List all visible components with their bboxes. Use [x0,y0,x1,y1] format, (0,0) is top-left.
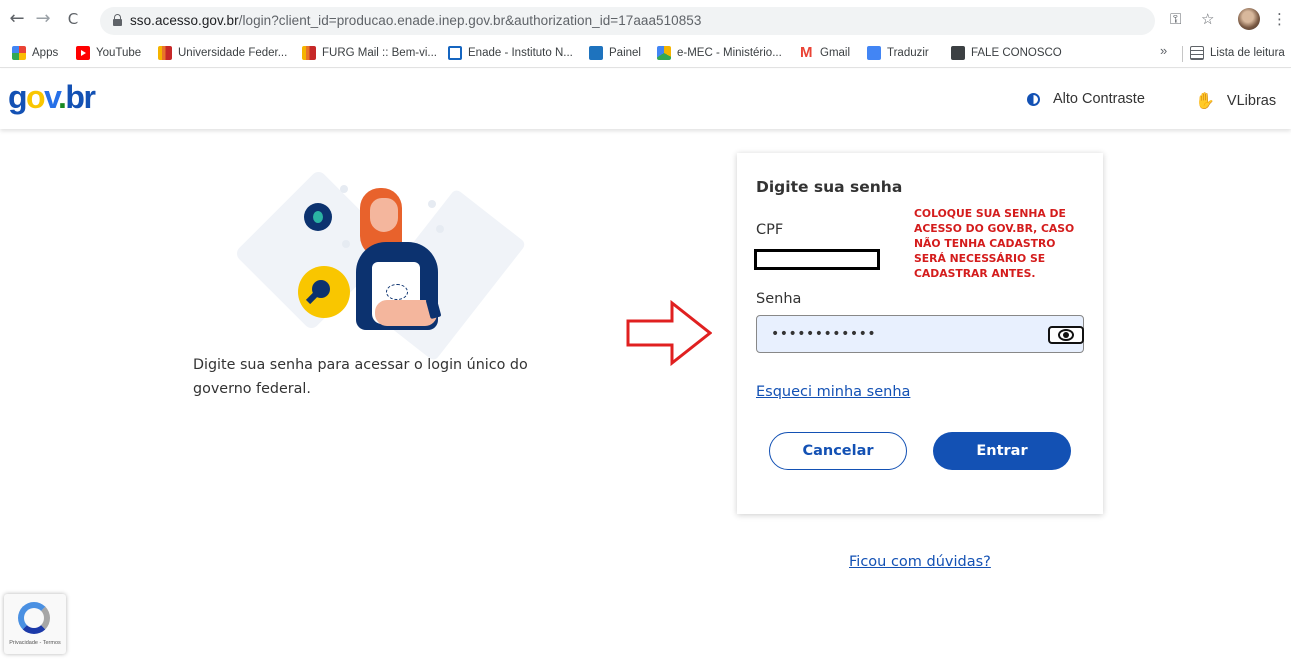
contrast-icon [1027,92,1040,106]
key-icon[interactable]: ⚿ [1170,9,1181,29]
login-illustration [233,168,530,362]
key-icon [298,266,350,318]
url-host: sso.acesso.gov.br [130,13,239,28]
enade-icon [448,46,462,60]
red-arrow-annotation [626,300,712,366]
emec-icon [657,46,671,60]
password-input[interactable] [756,315,1084,353]
help-link[interactable]: Ficou com dúvidas? [849,554,991,570]
user-badge-icon [304,203,332,231]
bookmark-furg-mail[interactable]: FURG Mail :: Bem-vi... [302,44,437,62]
star-icon[interactable]: ☆ [1201,9,1214,29]
divider [1182,46,1183,62]
annotation-note: COLOQUE SUA SENHA DE ACESSO DO GOV.BR, C… [914,207,1075,280]
cpf-label: CPF [756,222,784,238]
reading-list-button[interactable]: Lista de leitura [1190,44,1285,62]
reading-list-icon [1190,46,1204,60]
bookmark-enade[interactable]: Enade - Instituto N... [448,44,573,62]
furg-icon [302,46,316,60]
high-contrast-button[interactable]: Alto Contraste [1027,91,1145,107]
recaptcha-icon [18,602,50,634]
kebab-menu-icon[interactable]: ⋮ [1272,9,1287,29]
apps-grid-icon [12,46,26,60]
globe-icon [951,46,965,60]
cancel-button[interactable]: Cancelar [769,432,907,470]
bookmark-traduzir[interactable]: Traduzir [867,44,929,62]
cpf-redacted-value [754,249,880,270]
url-path: /login?client_id=producao.enade.inep.gov… [238,13,702,28]
card-title: Digite sua senha [756,178,903,196]
password-label: Senha [756,291,802,307]
bookmark-universidade-federal[interactable]: Universidade Feder... [158,44,287,62]
intro-text: Digite sua senha para acessar o login ún… [193,357,528,397]
lock-icon [113,14,122,26]
govbr-logo[interactable]: gov.br [8,79,96,115]
recaptcha-badge[interactable]: Privacidade - Termos [4,594,66,654]
forgot-password-link[interactable]: Esqueci minha senha [756,384,910,400]
back-button[interactable]: ← [6,8,28,30]
bookmarks-overflow-button[interactable]: » [1160,43,1167,58]
reload-button[interactable]: C [62,8,84,30]
bookmark-painel[interactable]: Painel [589,44,641,62]
profile-avatar[interactable] [1238,8,1260,30]
recaptcha-text: Privacidade - Termos [9,640,61,646]
vlibras-button[interactable]: ✋ VLibras [1195,91,1276,110]
translate-icon [867,46,881,60]
bookmark-emec[interactable]: e-MEC - Ministério... [657,44,782,62]
enter-button[interactable]: Entrar [933,432,1071,470]
show-password-eye-icon[interactable] [1048,326,1084,344]
bookmark-gmail[interactable]: Gmail [800,44,850,62]
address-bar[interactable]: sso.acesso.gov.br/login?client_id=produc… [100,7,1155,35]
bookmark-apps[interactable]: Apps [12,44,58,62]
sign-language-icon: ✋ [1195,91,1215,110]
login-card: Digite sua senha CPF COLOQUE SUA SENHA D… [737,153,1103,514]
bookmark-fale-conosco[interactable]: FALE CONOSCO [951,44,1062,62]
site-header: gov.br Alto Contraste ✋ VLibras [0,69,1291,129]
browser-toolbar: ← → C sso.acesso.gov.br/login?client_id=… [0,0,1291,38]
youtube-icon [76,46,90,60]
bookmarks-bar: Apps YouTube Universidade Feder... FURG … [0,38,1291,68]
bookmark-youtube[interactable]: YouTube [76,44,141,62]
painel-icon [589,46,603,60]
forward-button[interactable]: → [32,8,54,30]
furg-icon [158,46,172,60]
url-text[interactable]: sso.acesso.gov.br/login?client_id=produc… [130,13,701,28]
gmail-icon [800,44,814,61]
